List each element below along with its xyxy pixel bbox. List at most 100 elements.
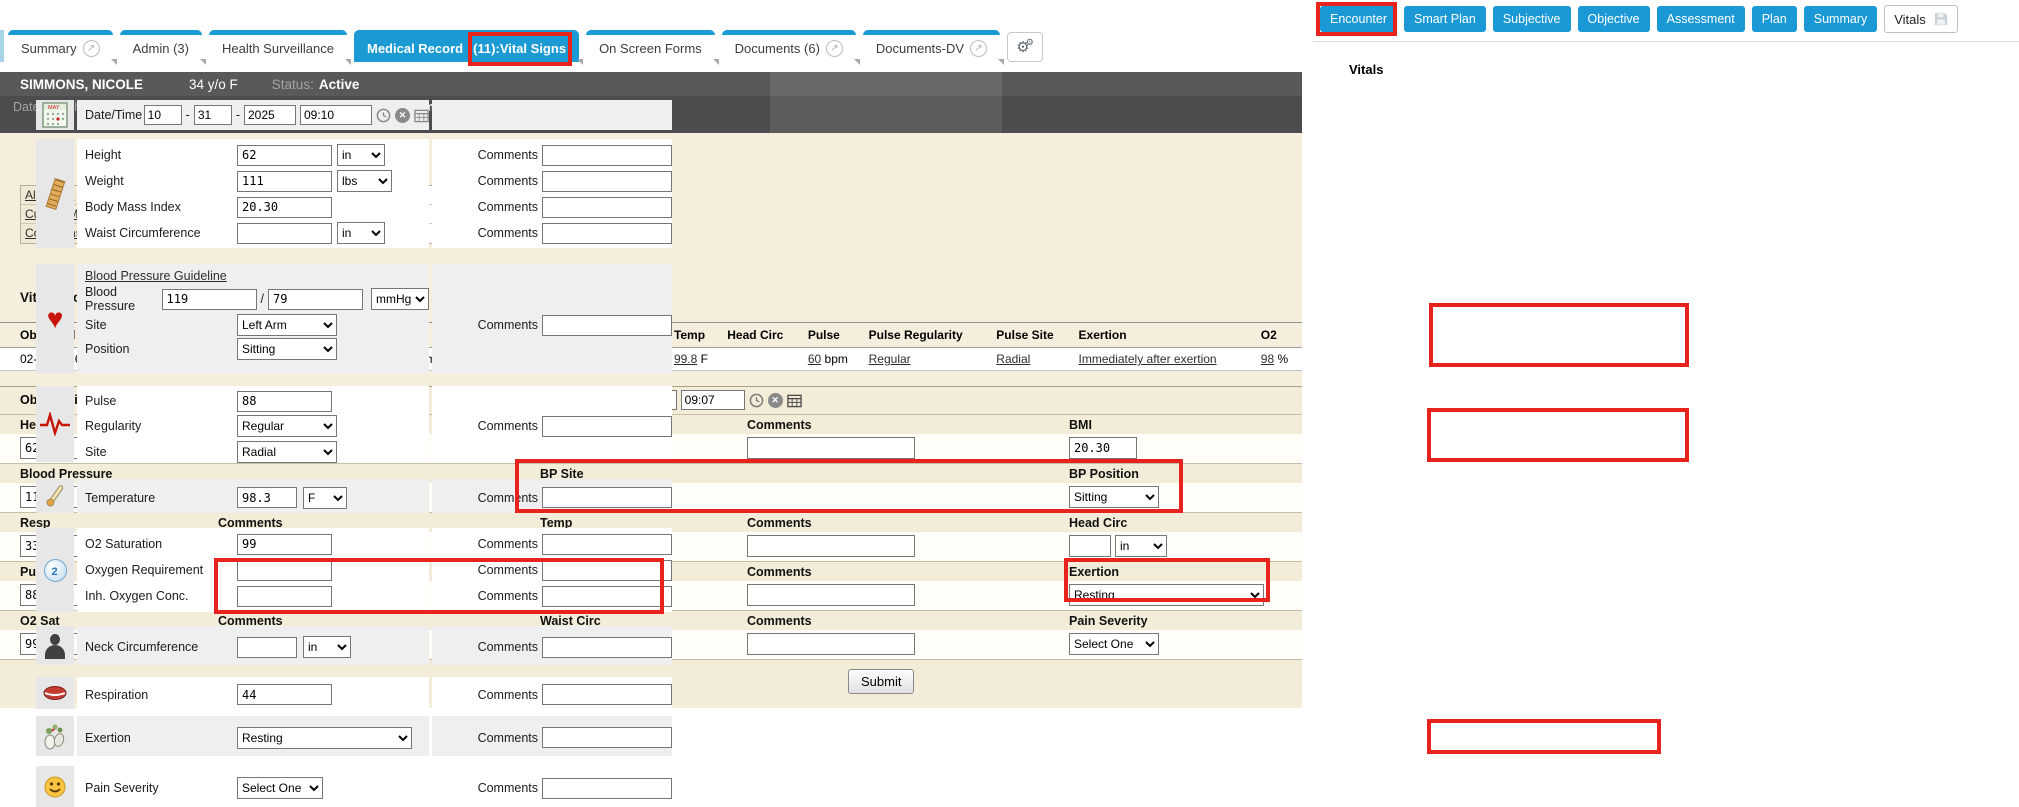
r-exertion-select[interactable]: Resting	[237, 727, 412, 749]
r-o2-sat-comments[interactable]	[542, 534, 672, 555]
r-weight-unit-select[interactable]: lbs	[337, 170, 392, 192]
pulse-link[interactable]: 60	[808, 352, 821, 366]
r-o2-sat-input[interactable]	[237, 534, 332, 555]
respiration-label: Respiration	[85, 688, 237, 702]
r-oxygen-req-input[interactable]	[237, 560, 332, 581]
bp-guideline-link[interactable]: Blood Pressure Guideline	[85, 269, 227, 283]
r-inh-oxygen-comments[interactable]	[542, 586, 672, 607]
pulse-regularity-link[interactable]: Regular	[869, 352, 911, 366]
clock-icon[interactable]	[376, 108, 391, 123]
r-neck-unit-select[interactable]: in	[303, 636, 351, 658]
r-bmi-input[interactable]	[237, 197, 332, 218]
r-neck-input[interactable]	[237, 637, 297, 658]
save-icon[interactable]	[1934, 12, 1948, 26]
pulse-site-link[interactable]: Radial	[996, 352, 1030, 366]
waist-label: Waist Circumference	[85, 226, 237, 240]
clock-icon[interactable]	[749, 393, 764, 408]
tab-smart-plan[interactable]: Smart Plan	[1404, 6, 1486, 32]
open-in-new-icon[interactable]: ↗	[83, 40, 100, 57]
head-circ-input[interactable]	[1069, 535, 1111, 557]
r-bp-unit-select[interactable]: mmHg	[371, 288, 429, 310]
r-day-input[interactable]	[194, 105, 232, 125]
tab-settings-button[interactable]: ⚙⚙	[1007, 32, 1043, 62]
tab-objective[interactable]: Objective	[1578, 6, 1650, 32]
section-blood-pressure: ♥ Blood Pressure Guideline Blood Pressur…	[36, 264, 672, 374]
o2-saturation-label: O2 Saturation	[85, 537, 237, 551]
bmi-input[interactable]	[1069, 437, 1137, 459]
r-pulse-input[interactable]	[237, 391, 332, 412]
tab-label: Health Surveillance	[222, 41, 334, 56]
exertion-select[interactable]: Resting	[1069, 584, 1264, 606]
r-pulse-regularity-select[interactable]: Regular	[237, 415, 337, 437]
r-bp-site-select[interactable]: Left Arm	[237, 314, 337, 336]
r-year-input[interactable]	[244, 105, 296, 125]
r-pain-severity-select[interactable]: Select One	[237, 777, 323, 799]
clear-date-icon[interactable]: ✕	[768, 393, 783, 408]
r-bp-dia-input[interactable]	[268, 289, 363, 310]
calendar-picker-icon[interactable]	[787, 393, 802, 408]
r-pain-comments[interactable]	[542, 778, 672, 799]
tab-assessment[interactable]: Assessment	[1657, 6, 1745, 32]
neck-circumference-label: Neck Circumference	[85, 640, 237, 654]
r-height-input[interactable]	[237, 145, 332, 166]
r-pulse-site-select[interactable]: Radial	[237, 441, 337, 463]
weight-comments-input[interactable]	[747, 437, 915, 459]
tab-summary-right[interactable]: Summary	[1804, 6, 1877, 32]
comments-label: Comments	[747, 418, 812, 432]
smiley-icon	[36, 766, 74, 807]
r-exertion-comments[interactable]	[542, 727, 672, 748]
r-temp-comments[interactable]	[542, 487, 672, 508]
weight-label: Weight	[85, 174, 237, 188]
tab-divider-line	[1313, 41, 2019, 42]
r-weight-comments[interactable]	[542, 171, 672, 192]
bp-position-select[interactable]: Sitting	[1069, 486, 1159, 508]
temp-comments-input[interactable]	[747, 535, 915, 557]
r-temp-unit-select[interactable]: F	[303, 487, 347, 509]
obs-time-input[interactable]	[681, 390, 745, 410]
temp-link[interactable]: 99.8	[674, 352, 697, 366]
r-bp-comments[interactable]	[542, 315, 672, 336]
r-respiration-input[interactable]	[237, 684, 332, 705]
tab-plan[interactable]: Plan	[1752, 6, 1797, 32]
tab-documents[interactable]: Documents (6) ↗	[722, 30, 856, 62]
waist-comments-input[interactable]	[747, 633, 915, 655]
tab-medical-record-vital-signs[interactable]: Medical Record (11):Vital Signs	[354, 30, 579, 62]
open-in-new-icon[interactable]: ↗	[970, 40, 987, 57]
tab-encounter[interactable]: Encounter	[1320, 6, 1397, 32]
r-inh-oxygen-input[interactable]	[237, 586, 332, 607]
r-bmi-comments[interactable]	[542, 197, 672, 218]
tab-admin[interactable]: Admin (3)	[120, 30, 202, 62]
r-waist-input[interactable]	[237, 223, 332, 244]
bp-label: Blood Pressure	[85, 285, 162, 313]
calendar-picker-icon[interactable]	[414, 108, 429, 123]
r-height-comments[interactable]	[542, 145, 672, 166]
clear-date-icon[interactable]: ✕	[395, 108, 410, 123]
r-pulse-comments[interactable]	[542, 416, 672, 437]
tab-health-surveillance[interactable]: Health Surveillance	[209, 30, 347, 62]
r-waist-unit-select[interactable]: in	[337, 222, 385, 244]
exertion-link[interactable]: Immediately after exertion	[1079, 352, 1217, 366]
tab-vitals-active[interactable]: Vitals	[1884, 5, 1958, 33]
r-height-unit-select[interactable]: in	[337, 144, 385, 166]
r-bp-position-select[interactable]: Sitting	[237, 338, 337, 360]
r-time-input[interactable]	[300, 105, 372, 125]
tab-subjective[interactable]: Subjective	[1493, 6, 1571, 32]
head-circ-unit-select[interactable]: in	[1115, 535, 1167, 557]
tab-documents-dv[interactable]: Documents-DV ↗	[863, 30, 1000, 62]
tab-summary[interactable]: Summary ↗	[8, 30, 113, 62]
o2-link[interactable]: 98	[1261, 352, 1274, 366]
open-in-new-icon[interactable]: ↗	[826, 40, 843, 57]
r-month-input[interactable]	[144, 105, 182, 125]
tab-label-part1: Medical Record	[367, 41, 463, 56]
r-neck-comments[interactable]	[542, 637, 672, 658]
r-oxygen-req-comments[interactable]	[542, 560, 672, 581]
r-respiration-comments[interactable]	[542, 684, 672, 705]
r-temp-input[interactable]	[237, 487, 297, 508]
submit-button[interactable]: Submit	[848, 669, 914, 694]
pain-severity-select[interactable]: Select One	[1069, 633, 1159, 655]
r-weight-input[interactable]	[237, 171, 332, 192]
pulse-comments-input[interactable]	[747, 584, 915, 606]
r-bp-sys-input[interactable]	[162, 289, 257, 310]
r-waist-comments[interactable]	[542, 223, 672, 244]
tab-on-screen-forms[interactable]: On Screen Forms	[586, 30, 715, 62]
